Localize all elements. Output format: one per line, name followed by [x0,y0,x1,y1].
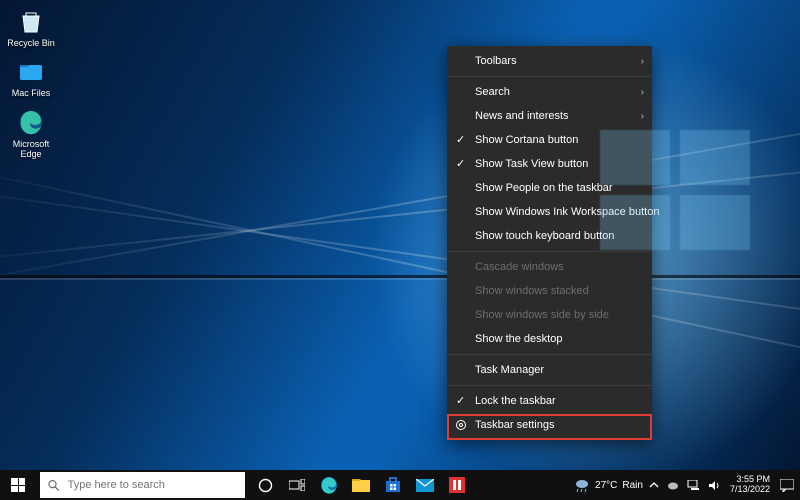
start-button[interactable] [0,470,36,500]
mac-files-label: Mac Files [12,88,51,98]
edge-icon[interactable]: Microsoft Edge [4,107,58,160]
recycle-bin-label: Recycle Bin [7,38,55,48]
volume-icon[interactable] [708,480,720,491]
desktop-icons: Recycle Bin Mac Files Microsoft Edge [4,6,58,159]
check-icon: ✓ [456,133,465,146]
separator [447,354,652,355]
chevron-right-icon: › [641,87,644,98]
recycle-bin-icon[interactable]: Recycle Bin [4,6,58,48]
edge-label: Microsoft Edge [4,139,58,160]
menu-taskbar-settings[interactable]: Taskbar settings [447,413,652,437]
cortana-button[interactable] [249,470,281,500]
search-box[interactable] [40,472,245,498]
action-center-button[interactable] [774,470,800,500]
menu-lock-taskbar[interactable]: ✓Lock the taskbar [447,389,652,413]
menu-show-taskview[interactable]: ✓Show Task View button [447,152,652,176]
check-icon: ✓ [456,394,465,407]
menu-stacked: Show windows stacked [447,279,652,303]
taskbar-app-edge[interactable] [313,470,345,500]
menu-toolbars[interactable]: Toolbars› [447,49,652,73]
taskbar-app-parallels[interactable] [441,470,473,500]
menu-news-interests[interactable]: News and interests› [447,104,652,128]
menu-task-manager[interactable]: Task Manager [447,358,652,382]
weather-icon [574,478,590,492]
taskbar-app-explorer[interactable] [345,470,377,500]
gear-icon [455,419,467,431]
weather-widget[interactable]: 27°C Rain [574,478,643,492]
chevron-right-icon: › [641,56,644,67]
windows-logo-icon [11,478,25,492]
clock[interactable]: 3:55 PM 7/13/2022 [726,475,774,495]
search-icon [48,479,60,492]
task-view-button[interactable] [281,470,313,500]
check-icon: ✓ [456,157,465,170]
chevron-right-icon: › [641,111,644,122]
desktop[interactable]: Recycle Bin Mac Files Microsoft Edge Too… [0,0,800,470]
weather-temp: 27°C [595,480,617,491]
weather-cond: Rain [622,480,643,491]
mac-files-icon[interactable]: Mac Files [4,56,58,98]
taskbar-app-mail[interactable] [409,470,441,500]
clock-date: 7/13/2022 [730,485,770,495]
chevron-up-icon[interactable] [649,480,659,490]
separator [447,385,652,386]
system-tray[interactable] [643,479,726,491]
menu-show-cortana[interactable]: ✓Show Cortana button [447,128,652,152]
menu-search[interactable]: Search› [447,80,652,104]
separator [447,76,652,77]
onedrive-icon[interactable] [667,479,679,491]
taskbar-apps [249,470,473,500]
network-icon[interactable] [687,480,700,490]
menu-show-desktop[interactable]: Show the desktop [447,327,652,351]
menu-side-by-side: Show windows side by side [447,303,652,327]
separator [447,251,652,252]
menu-show-ink[interactable]: Show Windows Ink Workspace button [447,200,652,224]
menu-cascade: Cascade windows [447,255,652,279]
menu-show-touch-keyboard[interactable]: Show touch keyboard button [447,224,652,248]
taskbar-app-store[interactable] [377,470,409,500]
taskbar[interactable]: 27°C Rain 3:55 PM 7/13/2022 [0,470,800,500]
taskbar-context-menu: Toolbars› Search› News and interests› ✓S… [447,46,652,440]
menu-show-people[interactable]: Show People on the taskbar [447,176,652,200]
search-input[interactable] [68,479,237,491]
